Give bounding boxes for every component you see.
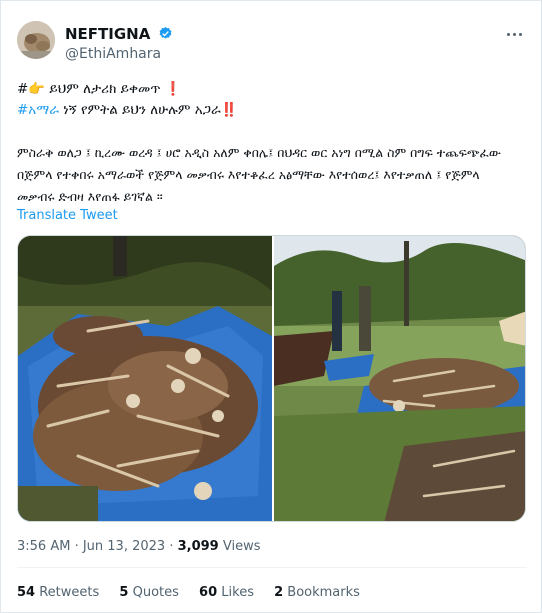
translate-tweet-link[interactable]: Translate Tweet (17, 208, 118, 223)
tweet-meta: 3:56 AM · Jun 13, 2023 · 3,099 Views (17, 539, 260, 554)
avatar[interactable] (17, 21, 55, 59)
paragraph-line: ምስራቅ ወለጋ ፤ ኪረሙ ወረዳ ፤ ሀሮ አዲስ አለም ቀበሌ፤ በህዳ… (17, 145, 501, 160)
bookmarks-count: 2 (274, 585, 284, 600)
tweet-header: NEFTIGNA @EthiAmhara (17, 21, 527, 65)
author-names: NEFTIGNA @EthiAmhara (65, 23, 173, 62)
exclamation-icon: ❗ (164, 81, 182, 97)
paragraph-line: መቃብሩ ድብዛ እየጠፋ ይገኛል ። (17, 189, 163, 204)
author-handle[interactable]: @EthiAmhara (65, 46, 173, 62)
verified-badge-icon (158, 26, 173, 41)
quotes-stat[interactable]: 5 Quotes (119, 585, 178, 600)
likes-label: Likes (217, 585, 254, 600)
media-photo-left[interactable] (18, 236, 272, 521)
quotes-label: Quotes (128, 585, 179, 600)
retweets-count: 54 (17, 585, 36, 600)
line-1-text: ይህም ለታሪክ ይቀመጥ (45, 81, 165, 97)
retweets-stat[interactable]: 54 Retweets (17, 585, 99, 600)
bookmarks-stat[interactable]: 2 Bookmarks (274, 585, 360, 600)
divider (17, 567, 527, 568)
likes-count: 60 (199, 585, 218, 600)
views-label: Views (218, 539, 261, 554)
tweet-line-2: #አማራ ነኝ የምትል ይህን ለሁሉም አጋራ‼️ (17, 100, 527, 121)
tweet-line-1: #👉 ይህም ለታሪክ ይቀመጥ ❗ (17, 79, 527, 100)
hash-symbol: # (17, 81, 29, 97)
hashtag-link[interactable]: #አማራ (17, 102, 59, 118)
retweets-label: Retweets (35, 585, 100, 600)
bookmarks-label: Bookmarks (283, 585, 360, 600)
more-options-icon[interactable] (503, 23, 525, 45)
engagement-stats: 54 Retweets 5 Quotes 60 Likes 2 Bookmark… (17, 585, 376, 600)
paragraph-line: በጅምላ የተቀበሩ አማራወች የጅምላ መቃብሩ እየተቆፈረ አፅማቸው … (17, 167, 480, 182)
tweet-media (17, 235, 526, 522)
tweet-paragraph: ምስራቅ ወለጋ ፤ ኪረሙ ወረዳ ፤ ሀሮ አዲስ አለም ቀበሌ፤ በህዳ… (17, 142, 527, 208)
tweet-time[interactable]: 3:56 AM (17, 539, 70, 554)
likes-stat[interactable]: 60 Likes (199, 585, 254, 600)
meta-separator: · (165, 539, 178, 554)
tweet-text: #👉 ይህም ለታሪክ ይቀመጥ ❗ #አማራ ነኝ የምትል ይህን ለሁሉም… (17, 79, 527, 208)
meta-separator: · (70, 539, 83, 554)
line-2-text: ነኝ የምትል ይህን ለሁሉም አጋራ (58, 102, 221, 118)
tweet-date[interactable]: Jun 13, 2023 (83, 539, 165, 554)
pointing-hand-icon: 👉 (28, 81, 46, 97)
display-name[interactable]: NEFTIGNA (65, 25, 150, 43)
tweet-card: NEFTIGNA @EthiAmhara #👉 ይህም ለታሪክ ይቀመጥ ❗ … (0, 0, 542, 613)
double-exclamation-icon: ‼️ (220, 102, 238, 118)
media-photo-right[interactable] (274, 236, 525, 521)
views-count: 3,099 (177, 539, 219, 554)
